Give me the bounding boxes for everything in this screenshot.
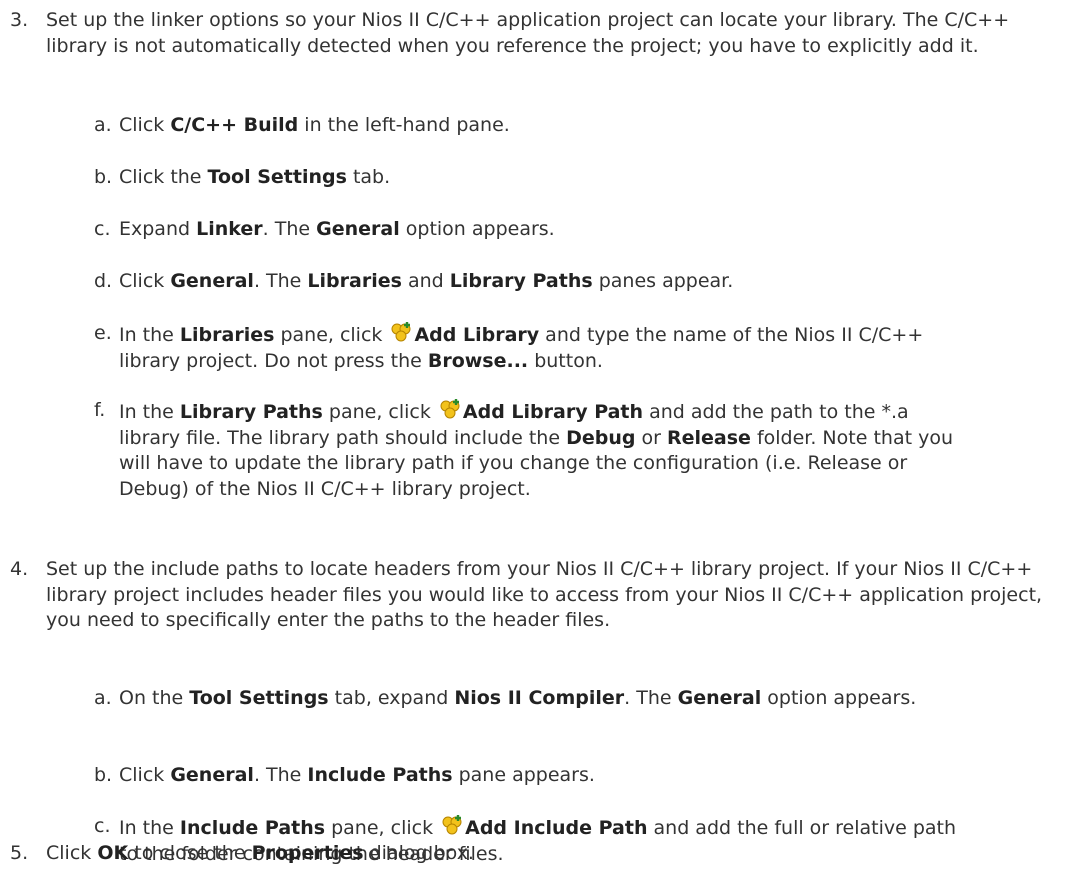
text-run: dialog box. <box>363 842 474 864</box>
substep-letter: f. <box>94 399 106 421</box>
ui-term: Add Include Path <box>465 817 648 839</box>
ui-term: Add Library <box>414 324 540 346</box>
text-run: tab, expand <box>328 687 455 709</box>
text-run: and <box>401 270 450 292</box>
substep-letter: b. <box>94 764 113 786</box>
text-run: or <box>635 426 667 449</box>
substep-letter: d. <box>94 270 113 292</box>
substep-letter: c. <box>94 218 111 240</box>
text-run: Click the <box>119 166 208 188</box>
ui-term: Properties <box>251 842 364 864</box>
text-run: tab. <box>346 166 391 188</box>
substep-3a: a. Click C/C++ Build in the left-hand pa… <box>94 113 959 139</box>
substep-4b: b. Click General. The Include Paths pane… <box>94 763 959 789</box>
ui-term: Tool Settings <box>207 166 347 188</box>
step-text: Set up the linker options so your Nios I… <box>46 9 1010 57</box>
step-number: 4. <box>10 558 29 580</box>
ui-term: Release <box>666 426 751 449</box>
text-run: . The <box>262 218 317 240</box>
text-run: pane, click <box>274 324 389 346</box>
text-run: Click <box>119 270 171 292</box>
substep-3b: b. Click the Tool Settings tab. <box>94 165 959 191</box>
ui-term: Nios II Compiler <box>454 687 625 709</box>
ui-term: Tool Settings <box>189 687 329 709</box>
substep-3e: e. In the Libraries pane, click Add Libr… <box>94 321 959 374</box>
substep-letter: e. <box>94 322 112 344</box>
text-run: Click <box>119 114 171 136</box>
ui-term: Library Paths <box>449 270 593 292</box>
ui-term: Add Library Path <box>462 401 644 423</box>
step-number: 3. <box>10 9 29 31</box>
text-run: option appears. <box>399 218 555 240</box>
text-run: On the <box>119 687 190 709</box>
step-number: 5. <box>10 842 29 864</box>
text-run: button. <box>528 349 603 372</box>
ui-term: Include Paths <box>307 764 453 786</box>
ui-term: OK <box>97 842 129 864</box>
text-run: Click <box>46 842 98 864</box>
step-text: Set up the include paths to locate heade… <box>46 558 1043 631</box>
ui-term: Browse... <box>427 349 529 372</box>
step-4: 4. Set up the include paths to locate he… <box>10 557 1056 634</box>
text-run: panes appear. <box>592 270 734 292</box>
text-run: Click <box>119 764 171 786</box>
substep-letter: a. <box>94 114 112 136</box>
text-run: pane appears. <box>452 764 595 786</box>
text-run: In the <box>119 401 180 423</box>
text-run: . The <box>253 270 308 292</box>
ui-term: Include Paths <box>179 817 326 839</box>
text-run: to close the <box>128 842 252 864</box>
ui-term: Linker <box>196 218 263 240</box>
ui-term: General <box>170 764 254 786</box>
text-run: In the <box>119 817 180 839</box>
ui-term: Library Paths <box>179 401 323 423</box>
ui-term: General <box>316 218 400 240</box>
ui-term: General <box>170 270 254 292</box>
text-run: pane, click <box>325 817 440 839</box>
ui-term: Debug <box>566 426 636 449</box>
step-5: 5. Click OK to close the Properties dial… <box>10 841 1056 867</box>
add-icon <box>390 321 412 343</box>
text-run: in the left-hand pane. <box>298 114 510 136</box>
add-icon <box>439 398 461 420</box>
add-icon <box>441 814 463 836</box>
substep-3d: d. Click General. The Libraries and Libr… <box>94 269 959 295</box>
ui-term: General <box>677 687 762 709</box>
substep-letter: c. <box>94 815 111 837</box>
text-run: . The <box>253 764 308 786</box>
substep-3c: c. Expand Linker. The General option app… <box>94 217 959 243</box>
text-run: In the <box>119 324 180 346</box>
text-run: Expand <box>119 218 197 240</box>
text-run: . The <box>624 687 678 709</box>
substep-3f: f. In the Library Paths pane, click Add … <box>94 398 959 502</box>
text-run: pane, click <box>322 401 437 423</box>
substep-letter: b. <box>94 166 113 188</box>
ui-term: Libraries <box>307 270 402 292</box>
substep-letter: a. <box>94 687 112 709</box>
step-3: 3. Set up the linker options so your Nio… <box>10 8 1056 59</box>
substep-4a: a. On the Tool Settings tab, expand Nios… <box>94 686 959 712</box>
ui-term: C/C++ Build <box>170 114 299 136</box>
ui-term: Libraries <box>179 324 275 346</box>
text-run: option appears. <box>761 687 917 709</box>
